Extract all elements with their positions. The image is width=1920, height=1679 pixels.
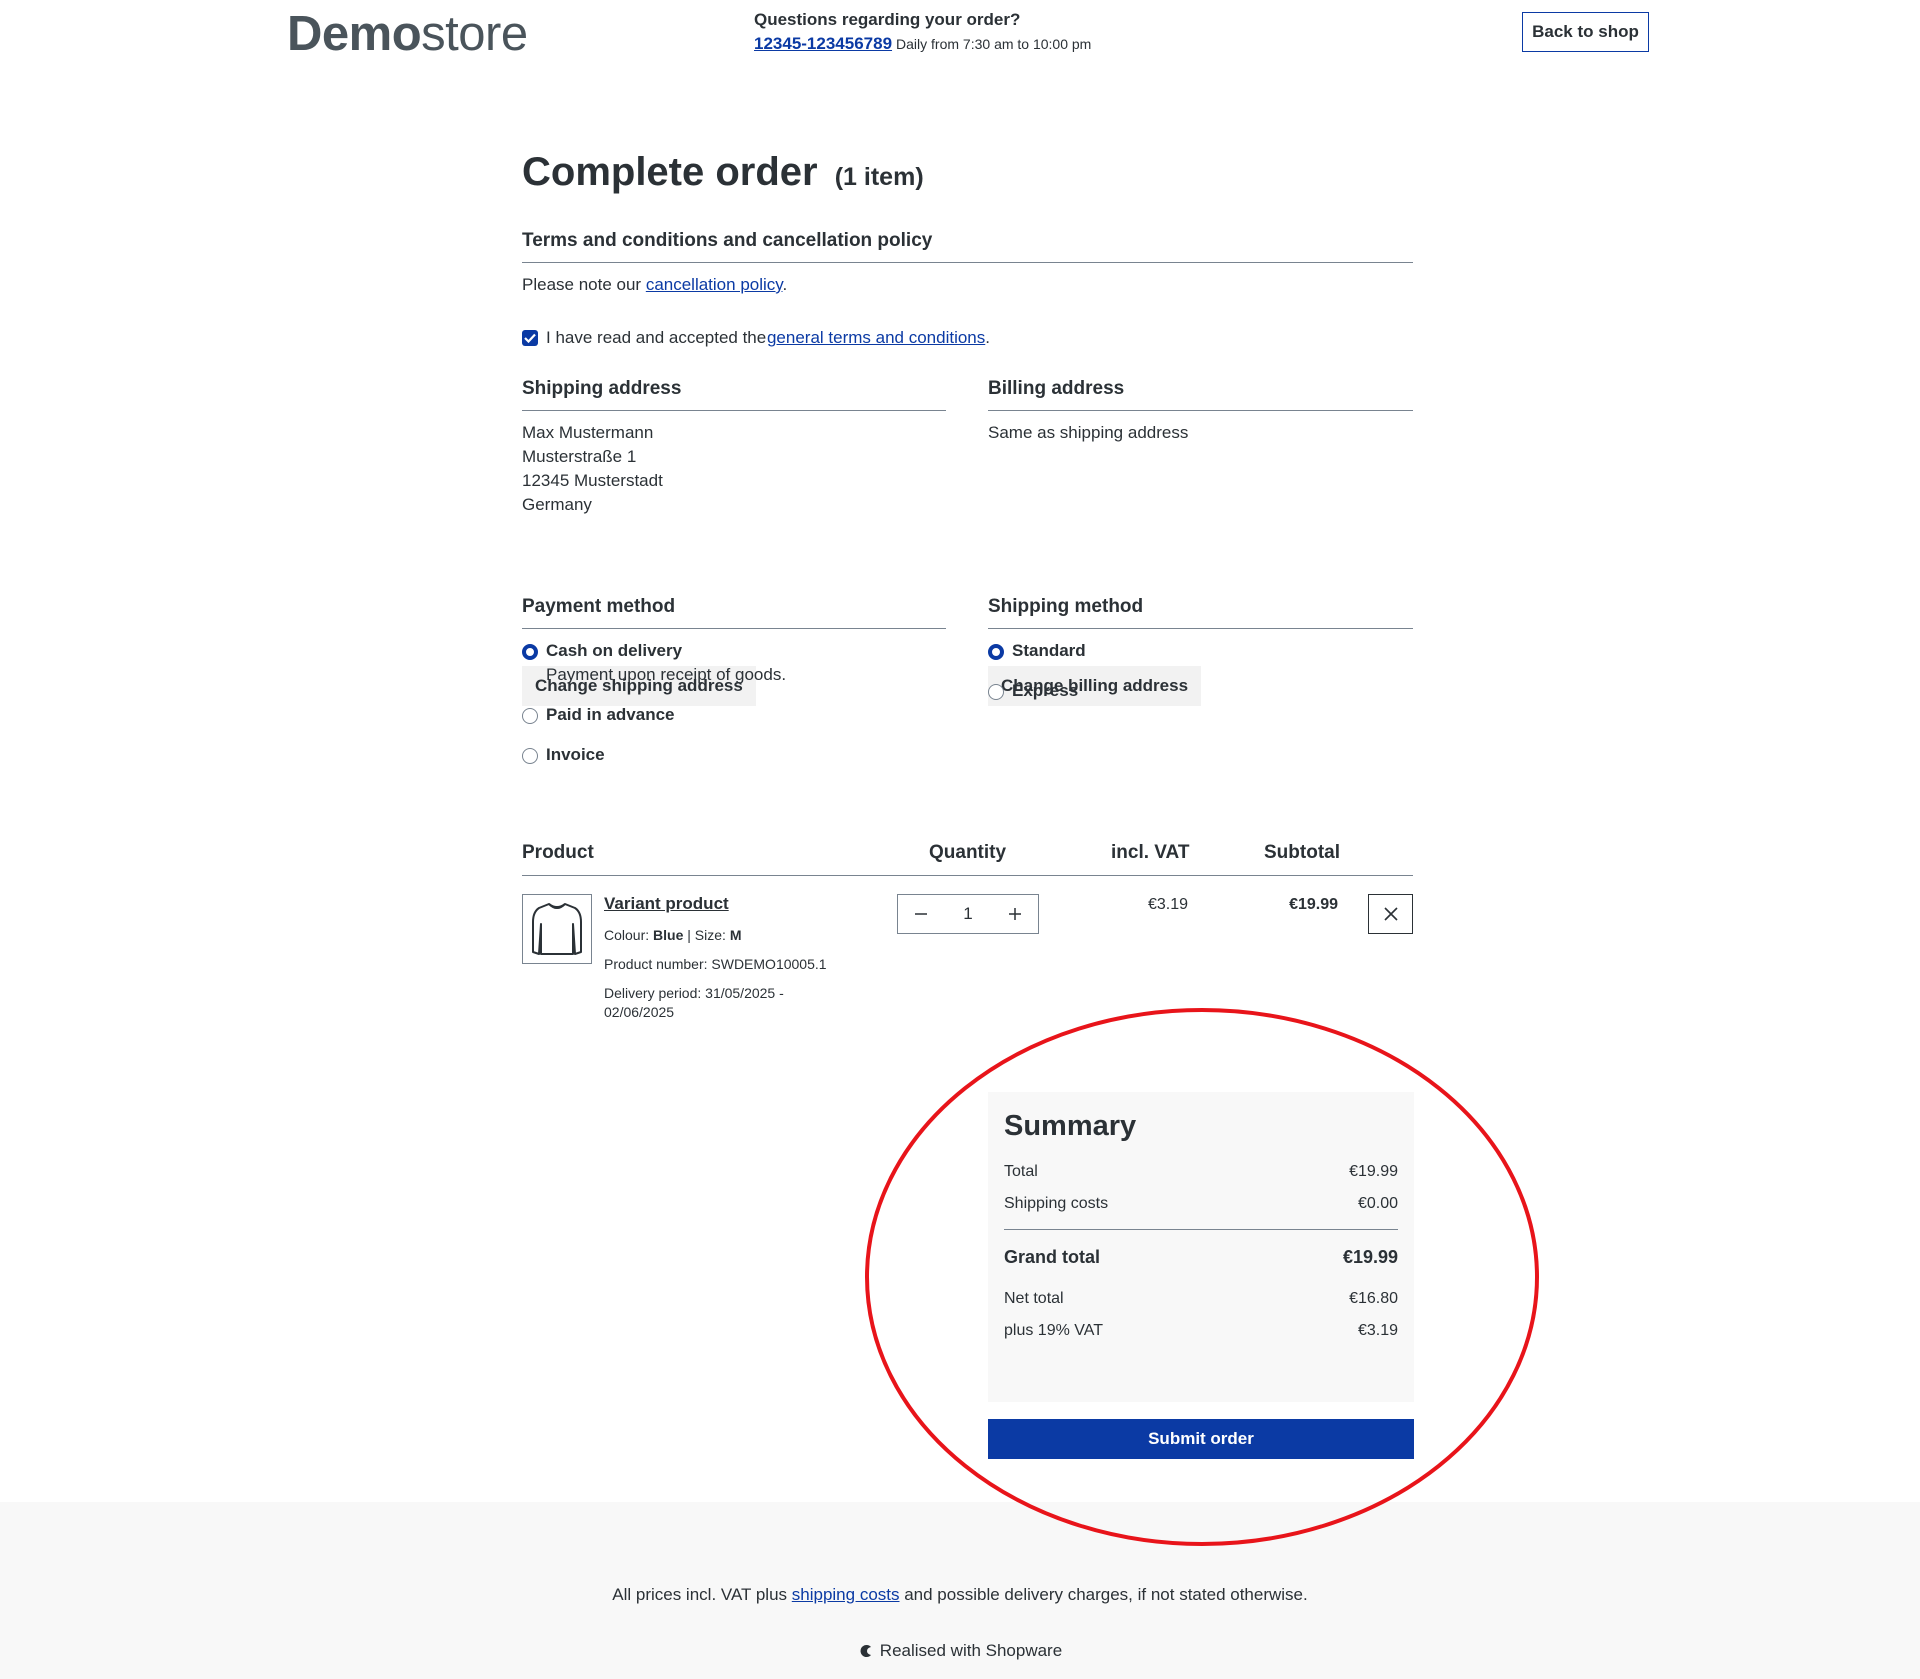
terms-title: Terms and conditions and cancellation po… xyxy=(522,230,1413,263)
terms-checkbox-row[interactable]: I have read and accepted the general ter… xyxy=(522,328,990,348)
footer-brand[interactable]: Realised with Shopware xyxy=(0,1641,1920,1661)
shipping-method-section: Shipping method Standard Express xyxy=(988,596,1413,701)
submit-order-button[interactable]: Submit order xyxy=(988,1419,1414,1459)
terms-note: Please note our cancellation policy. xyxy=(522,275,788,294)
quantity-stepper[interactable]: 1 xyxy=(897,894,1039,934)
delivery-period: Delivery period: 31/05/2025 -02/06/2025 xyxy=(604,985,784,1020)
billing-address-section: Billing address Same as shipping address xyxy=(988,378,1413,445)
shipping-option-standard[interactable]: Standard xyxy=(988,641,1413,661)
summary-divider xyxy=(1004,1229,1398,1230)
radio-checked[interactable] xyxy=(988,644,1004,660)
item-vat-price: €3.19 xyxy=(1147,896,1188,913)
cart-table-header: Product Quantity incl. VAT Subtotal xyxy=(522,842,1413,876)
summary-grand-total-row: Grand total €19.99 xyxy=(1004,1247,1398,1267)
summary-title: Summary xyxy=(1004,1110,1137,1142)
shirt-icon xyxy=(532,903,582,955)
quantity-value[interactable]: 1 xyxy=(963,904,972,924)
product-name-link[interactable]: Variant product xyxy=(604,894,729,913)
product-number: Product number: SWDEMO10005.1 xyxy=(604,956,827,972)
order-summary: Summary Total €19.99 Shipping costs €0.00 … xyxy=(988,1092,1414,1402)
summary-net-row: Net total €16.80 xyxy=(1004,1290,1398,1307)
footer: All prices incl. VAT plus shipping costs… xyxy=(0,1502,1920,1679)
cancellation-policy-link[interactable]: cancellation policy xyxy=(646,275,783,294)
payment-option-invoice[interactable]: Invoice xyxy=(522,745,946,765)
radio-unchecked[interactable] xyxy=(522,708,538,724)
payment-method-section: Payment method Cash on delivery Payment u… xyxy=(522,596,946,765)
item-count: (1 item) xyxy=(834,163,924,191)
summary-shipping-row: Shipping costs €0.00 xyxy=(1004,1195,1398,1212)
summary-vat-row: plus 19% VAT €3.19 xyxy=(1004,1322,1398,1339)
back-to-shop-button[interactable]: Back to shop xyxy=(1522,12,1649,52)
checkout-main: Complete order (1 item) Terms and condit… xyxy=(522,150,1414,1459)
radio-unchecked[interactable] xyxy=(988,684,1004,700)
col-quantity: Quantity xyxy=(929,842,1007,863)
billing-address-title: Billing address xyxy=(988,378,1413,411)
remove-item-button[interactable] xyxy=(1368,894,1413,934)
shopware-icon xyxy=(860,1645,871,1657)
item-subtotal: €19.99 xyxy=(1289,896,1338,913)
store-logo[interactable]: Demostore xyxy=(287,6,528,62)
shipping-option-express[interactable]: Express xyxy=(988,681,1413,701)
general-terms-link[interactable]: general terms and conditions xyxy=(767,328,985,348)
shipping-address-section: Shipping address Max Mustermann Musterst… xyxy=(522,378,946,517)
minus-icon[interactable] xyxy=(912,905,930,923)
page-title: Complete order (1 item) xyxy=(522,150,924,194)
shipping-address-lines: Max Mustermann Musterstraße 1 12345 Must… xyxy=(522,423,663,514)
payment-description: Payment upon receipt of goods. xyxy=(546,665,787,684)
shipping-costs-link[interactable]: shipping costs xyxy=(792,1585,900,1604)
radio-checked[interactable] xyxy=(522,644,538,660)
close-icon xyxy=(1383,907,1398,921)
radio-unchecked[interactable] xyxy=(522,748,538,764)
terms-checkbox[interactable] xyxy=(522,330,538,346)
payment-option-cash[interactable]: Cash on delivery Payment upon receipt of … xyxy=(522,641,946,685)
payment-method-title: Payment method xyxy=(522,596,946,629)
shipping-address-title: Shipping address xyxy=(522,378,946,411)
footer-price-note: All prices incl. VAT plus shipping costs… xyxy=(612,1585,1308,1604)
summary-total-row: Total €19.99 xyxy=(1004,1163,1398,1180)
contact-hours: Daily from 7:30 am to 10:00 pm xyxy=(896,36,1092,52)
check-icon xyxy=(524,333,536,343)
contact-info: Questions regarding your order? 12345-12… xyxy=(754,10,1091,54)
product-info: Variant product Colour: Blue | Size: M P… xyxy=(604,894,864,1022)
col-incl-vat: incl. VAT xyxy=(1111,842,1190,863)
billing-address-text: Same as shipping address xyxy=(988,423,1189,442)
product-image[interactable] xyxy=(522,894,592,964)
contact-phone-link[interactable]: 12345-123456789 xyxy=(754,34,892,53)
terms-section: Terms and conditions and cancellation po… xyxy=(522,230,1413,297)
col-subtotal: Subtotal xyxy=(1264,842,1340,863)
product-variant: Colour: Blue | Size: M xyxy=(604,927,742,943)
payment-option-advance[interactable]: Paid in advance xyxy=(522,705,946,725)
contact-question: Questions regarding your order? xyxy=(754,10,1021,29)
col-product: Product xyxy=(522,842,594,863)
plus-icon[interactable] xyxy=(1006,905,1024,923)
shipping-method-title: Shipping method xyxy=(988,596,1413,629)
cart-item-row: Variant product Colour: Blue | Size: M P… xyxy=(522,894,1413,1034)
